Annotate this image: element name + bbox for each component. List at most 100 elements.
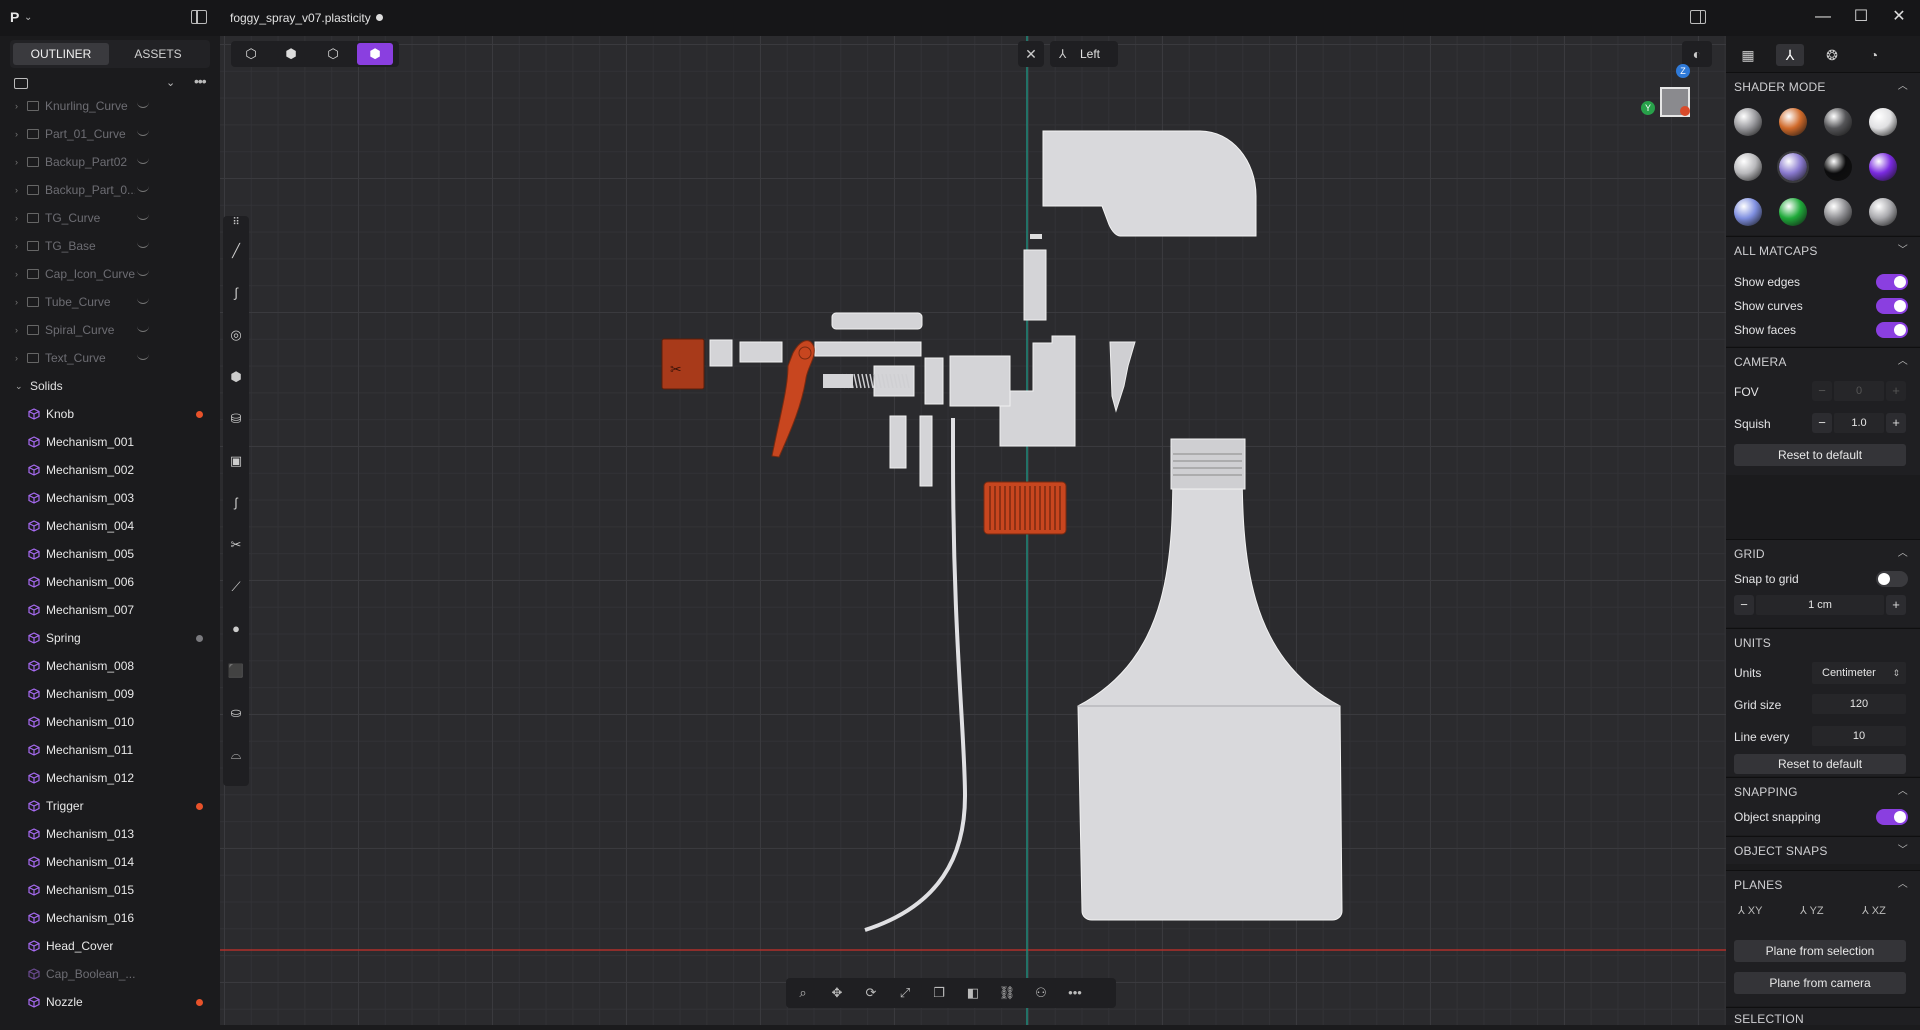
matcap-swatch[interactable] <box>1734 198 1762 226</box>
outliner-solid-item[interactable]: Mechanism_001 <box>0 428 220 456</box>
toggle-left-sidebar-icon[interactable] <box>191 10 207 24</box>
chevron-right-icon[interactable]: › <box>15 204 18 232</box>
cylinder-solid-icon[interactable]: ⛀ <box>223 700 249 726</box>
camera-reset-button[interactable]: Reset to default <box>1734 444 1906 466</box>
outliner-curve-group[interactable]: › Tube_Curve <box>0 288 220 316</box>
matcap-swatch[interactable] <box>1824 108 1852 136</box>
matcap-swatch[interactable] <box>1869 108 1897 136</box>
more-tools-icon[interactable]: ••• <box>1062 982 1088 1004</box>
outliner-solid-item[interactable]: Mechanism_002 <box>0 456 220 484</box>
close-window-button[interactable]: ✕ <box>1884 6 1914 28</box>
vertex-select-icon[interactable]: ⬡ <box>233 43 269 65</box>
curve-tool-icon[interactable]: ∫ <box>223 280 249 306</box>
outliner-solid-item[interactable]: Mechanism_008 <box>0 652 220 680</box>
line-every-value[interactable]: 10 <box>1812 726 1906 746</box>
offset-tool-icon[interactable]: ⟋ <box>223 574 249 600</box>
outliner-solid-item[interactable]: Mechanism_012 <box>0 764 220 792</box>
scene-canvas[interactable]: ✂ <box>220 36 1726 1025</box>
link-icon[interactable]: ⛓ <box>994 982 1020 1004</box>
3d-viewport[interactable]: ✂ ⬡ ⬢ ⬡ ⬢ ✕ ⅄ Left ◐ Z Y ⠿ ╱ ∫ ◎ ⬢ ⛁ ▣ ʃ <box>220 36 1726 1025</box>
gizmo-y-axis[interactable]: Y <box>1641 101 1655 115</box>
outliner-solid-item[interactable]: Knob <box>0 400 220 428</box>
plane-xz-button[interactable]: ⅄ XZ <box>1862 900 1886 922</box>
outliner-solid-item[interactable]: Mechanism_015 <box>0 876 220 904</box>
grid-size-value[interactable]: 1 cm <box>1756 595 1884 615</box>
show-edges-toggle[interactable] <box>1876 274 1908 290</box>
outliner-curve-group[interactable]: › Knurling_Curve <box>0 92 220 120</box>
maximize-button[interactable]: ☐ <box>1846 6 1876 28</box>
squish-decrement-button[interactable]: − <box>1812 413 1832 433</box>
matcap-swatch[interactable] <box>1777 151 1809 183</box>
chevron-right-icon[interactable]: › <box>15 316 18 344</box>
expand-all-chevron-icon[interactable]: ⌄ <box>166 76 175 89</box>
chevron-right-icon[interactable]: › <box>15 176 18 204</box>
scale-icon[interactable]: ⤢ <box>892 982 918 1004</box>
tab-assets[interactable]: ASSETS <box>110 43 206 65</box>
outliner-solid-item[interactable]: Mechanism_007 <box>0 596 220 624</box>
selection-header[interactable]: SELECTION <box>1726 1007 1920 1026</box>
outliner-solid-item[interactable]: Mechanism_003 <box>0 484 220 512</box>
object-snapping-toggle[interactable] <box>1876 809 1908 825</box>
minimize-button[interactable]: — <box>1808 6 1838 28</box>
chevron-right-icon[interactable]: › <box>15 148 18 176</box>
outliner-solid-item[interactable]: Trigger <box>0 792 220 820</box>
outliner-solid-item[interactable]: Mechanism_014 <box>0 848 220 876</box>
rotate-icon[interactable]: ⟳ <box>858 982 884 1004</box>
planes-header[interactable]: PLANES ︿ <box>1726 870 1920 898</box>
matcap-swatch[interactable] <box>1869 198 1897 226</box>
units-header[interactable]: UNITS <box>1726 628 1920 656</box>
visibility-icon[interactable] <box>137 326 149 332</box>
fov-decrement-button[interactable]: − <box>1812 381 1832 401</box>
matcap-swatch[interactable] <box>1734 108 1762 136</box>
outliner-solid-item[interactable]: Cap_Boolean_... <box>0 960 220 988</box>
snap-to-grid-toggle[interactable] <box>1876 571 1908 587</box>
outliner-solid-item[interactable]: Mechanism_011 <box>0 736 220 764</box>
duplicate-icon[interactable]: ❐ <box>926 982 952 1004</box>
visibility-icon[interactable] <box>137 298 149 304</box>
outliner-solid-item[interactable]: Nozzle <box>0 988 220 1016</box>
plane-xy-button[interactable]: ⅄ XY <box>1738 900 1762 922</box>
outliner-curve-group[interactable]: › TG_Curve <box>0 204 220 232</box>
shader-mode-header[interactable]: SHADER MODE ︿ <box>1726 72 1920 100</box>
solid-select-icon[interactable]: ⬢ <box>357 43 393 65</box>
new-folder-icon[interactable] <box>14 78 28 89</box>
edge-select-icon[interactable]: ⬢ <box>273 43 309 65</box>
camera-header[interactable]: CAMERA ︿ <box>1726 347 1920 375</box>
outliner-curve-group[interactable]: › Part_01_Curve <box>0 120 220 148</box>
matcap-swatch[interactable] <box>1824 153 1852 181</box>
matcap-swatch[interactable] <box>1824 198 1852 226</box>
view-orientation-button[interactable]: ⅄ Left <box>1050 41 1118 67</box>
cut-tool-icon[interactable]: ✂ <box>223 532 249 558</box>
outliner-curve-group[interactable]: › TG_Base <box>0 232 220 260</box>
app-menu-chevron-icon[interactable]: ⌄ <box>24 12 32 23</box>
visibility-icon[interactable] <box>137 354 149 360</box>
fov-increment-button[interactable]: + <box>1886 381 1906 401</box>
box-tool-icon[interactable]: ⬛ <box>223 658 249 684</box>
outliner-curve-group[interactable]: › Cap_Icon_Curve <box>0 260 220 288</box>
matcap-swatch[interactable] <box>1779 108 1807 136</box>
visibility-icon[interactable] <box>137 186 149 192</box>
outliner-solid-item[interactable]: Mechanism_004 <box>0 512 220 540</box>
matcap-swatch[interactable] <box>1779 198 1807 226</box>
outliner-curve-group[interactable]: › Spiral_Curve <box>0 316 220 344</box>
extrude-tool-icon[interactable]: ⌓ <box>223 742 249 768</box>
cylinder-tool-icon[interactable]: ⛁ <box>223 406 249 432</box>
grid-header[interactable]: GRID ︿ <box>1726 539 1920 567</box>
visibility-icon[interactable] <box>137 270 149 276</box>
render-settings-icon[interactable]: ❂ <box>1818 44 1846 66</box>
outliner-solid-item[interactable]: Spring <box>0 624 220 652</box>
viewport-settings-icon[interactable]: ⅄ <box>1776 44 1804 66</box>
search-icon[interactable]: ⌕ <box>790 982 816 1004</box>
shell-icon[interactable]: ⚇ <box>1028 982 1054 1004</box>
plane-from-camera-button[interactable]: Plane from camera <box>1734 972 1906 994</box>
outliner-solid-item[interactable]: Mechanism_010 <box>0 708 220 736</box>
visibility-icon[interactable] <box>137 130 149 136</box>
polygon-tool-icon[interactable]: ⬢ <box>223 364 249 390</box>
outliner-solid-item[interactable]: Mechanism_005 <box>0 540 220 568</box>
grid-panel-icon[interactable]: ▦ <box>1734 44 1762 66</box>
app-logo[interactable]: P <box>10 9 19 25</box>
units-select[interactable]: Centimeter ⇕ <box>1812 662 1906 684</box>
outliner-solid-item[interactable]: Mechanism_009 <box>0 680 220 708</box>
chevron-right-icon[interactable]: › <box>15 344 18 372</box>
units-reset-button[interactable]: Reset to default <box>1734 754 1906 774</box>
